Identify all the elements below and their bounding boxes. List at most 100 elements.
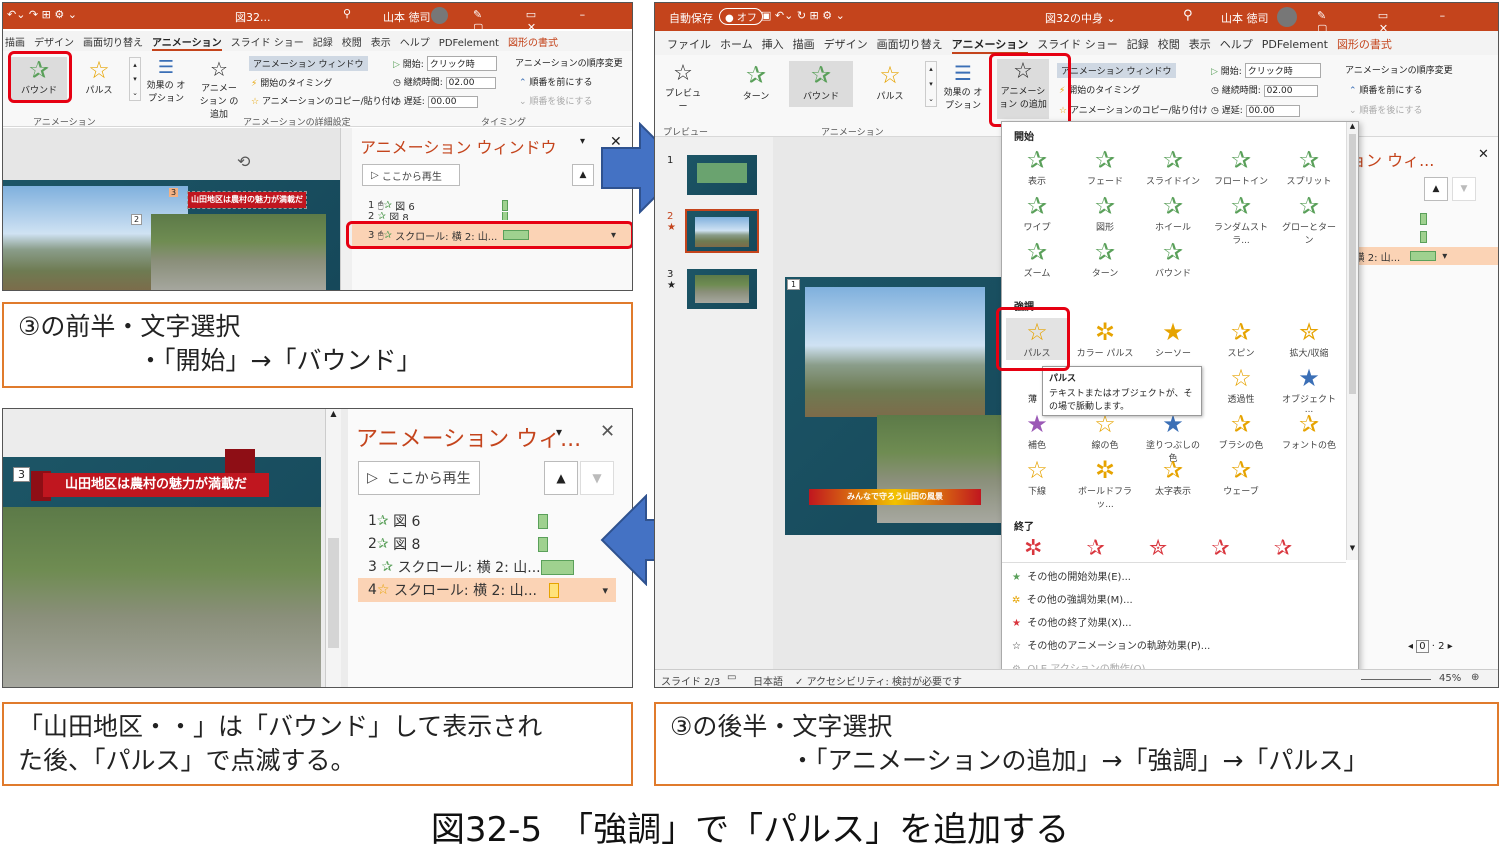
tab-design[interactable]: デザイン <box>824 36 868 52</box>
qat-icons[interactable]: ▣ ↶⌄ ↻ ⊞ ⚙ ⌄ <box>761 9 845 22</box>
move-later-button[interactable]: ⌄ 順番を後にする <box>1349 103 1423 116</box>
effect-options-button[interactable]: ☰ 効果の オプション <box>941 61 985 111</box>
anim-row-3[interactable]: 3 ✰ スクロール: 横 2: 山... <box>368 557 574 577</box>
tab-design[interactable]: デザイン <box>34 34 74 49</box>
anim-row-4[interactable]: 4 ☆ スクロール: 横 2: 山... ▾ <box>358 578 616 602</box>
tab-transitions[interactable]: 画面切り替え <box>877 36 943 52</box>
tab-record[interactable]: 記録 <box>1127 36 1149 52</box>
move-later-button[interactable]: ⌄ 順番を後にする <box>519 94 593 107</box>
move-up-button[interactable]: ▲ <box>572 164 594 186</box>
anim-window-button[interactable]: アニメーション ウィンドウ <box>1057 63 1176 78</box>
tab-shape-format[interactable]: 図形の書式 <box>508 34 558 49</box>
effect-spin[interactable]: ✰ スピン <box>1210 318 1272 359</box>
search-icon[interactable]: ⚲ <box>343 7 351 20</box>
pane-close-icon[interactable]: ✕ <box>1478 147 1489 162</box>
play-from-button[interactable]: ▷ ここから再生 <box>358 461 480 495</box>
exit-effects-row[interactable]: ✲✰✮✰✰ <box>1024 536 1336 561</box>
editor-scrollbar[interactable] <box>340 128 352 290</box>
slide-banner[interactable]: 山田地区は農村の魅力が満載だ <box>43 473 269 497</box>
zoom-level[interactable]: 45% <box>1439 673 1461 684</box>
tab-slideshow[interactable]: スライド ショー <box>231 34 304 49</box>
tab-view[interactable]: 表示 <box>1189 36 1211 52</box>
gallery-scrollbar[interactable]: ▲ ▼ <box>1346 122 1358 560</box>
more-exit-effects[interactable]: ★ その他の終了効果(X)... <box>1012 614 1132 629</box>
tab-animations[interactable]: アニメーション <box>951 36 1029 54</box>
gallery-scroll[interactable]: ▴ ▾ ⌄ <box>129 57 141 101</box>
anim-row-1[interactable]: 1 🖰 ✰ 図 6 <box>368 198 508 213</box>
pane-dropdown-icon[interactable]: ▾ <box>556 425 562 439</box>
effect-shape[interactable]: ✰ 図形 <box>1074 192 1136 233</box>
effect-bold-reveal[interactable]: ✰ 太字表示 <box>1142 456 1204 497</box>
effect-bounce[interactable]: ✰ バウンド <box>1142 238 1204 279</box>
start-select[interactable]: クリック時 <box>1244 63 1321 78</box>
effect-zoom[interactable]: ✰ ズーム <box>1006 238 1068 279</box>
preview-button[interactable]: ☆ プレビュー <box>663 61 703 112</box>
more-emphasis-effects[interactable]: ✲ その他の強調効果(M)... <box>1012 591 1133 606</box>
copy-paste-button[interactable]: ☆ アニメーションのコピー/貼り付け <box>251 94 400 107</box>
thumbnail-2[interactable] <box>685 209 759 253</box>
effect-fade[interactable]: ✰ フェード <box>1074 146 1136 187</box>
editor-scrollbar[interactable]: ▲ <box>325 409 341 687</box>
rotate-handle-icon[interactable]: ⟲ <box>237 152 250 171</box>
pane-dropdown-icon[interactable]: ▾ <box>580 136 585 147</box>
effect-bold-flash[interactable]: ✲ ボールドフラッ... <box>1074 456 1136 510</box>
gallery-scroll[interactable]: ▴ ▾ ⌄ <box>925 61 937 107</box>
copy-paste-button[interactable]: ☆ アニメーションのコピー/貼り付け <box>1059 103 1208 116</box>
effect-complementary[interactable]: ★ 補色 <box>1006 410 1068 451</box>
delay-input[interactable]: 00.00 <box>1245 105 1300 117</box>
effect-appear[interactable]: ✰ 表示 <box>1006 146 1068 187</box>
effect-bounce[interactable]: ✰ バウンド <box>789 61 853 107</box>
tab-help[interactable]: ヘルプ <box>400 34 430 49</box>
undo-icon[interactable]: ↶⌄ ↷ ⊞ ⚙ ⌄ <box>7 8 77 21</box>
more-start-effects[interactable]: ★ その他の開始効果(E)... <box>1012 568 1131 583</box>
duration-input[interactable]: 02.00 <box>1263 85 1318 97</box>
page-nav[interactable]: ◂ 0 · 2 ▸ <box>1408 640 1453 653</box>
effect-object-color[interactable]: ★ オブジェクト ... <box>1278 364 1340 415</box>
effect-brush-color[interactable]: ✰ ブラシの色 <box>1210 410 1272 451</box>
tab-file[interactable]: ファイル <box>667 36 711 52</box>
tab-home[interactable]: ホーム <box>720 36 753 52</box>
effect-wipe[interactable]: ✰ ワイプ <box>1006 192 1068 233</box>
more-motion-paths[interactable]: ☆ その他のアニメーションの軌跡効果(P)... <box>1012 637 1210 652</box>
effect-fly-in[interactable]: ✰ スライドイン <box>1142 146 1204 187</box>
autosave-toggle[interactable]: ● オフ <box>719 8 763 25</box>
effect-random-bars[interactable]: ✰ ランダムストラ... <box>1210 192 1272 246</box>
anim-row-selected[interactable]: : 横 2: 山... ▾ <box>1348 247 1498 265</box>
effect-turn[interactable]: ✰ ターン <box>1074 238 1136 279</box>
move-up-button[interactable]: ▲ <box>544 461 578 495</box>
start-select[interactable]: クリック時 <box>426 56 497 71</box>
effect-font-color[interactable]: ✰ フォントの色 <box>1278 410 1340 451</box>
start-timing-button[interactable]: ⚡ 開始のタイミング <box>251 76 332 89</box>
anim-row-2[interactable]: 2 ✰ 図 8 <box>368 534 548 554</box>
move-down-button[interactable]: ▼ <box>580 461 614 495</box>
anim-window-button[interactable]: アニメーション ウィンドウ <box>249 56 368 71</box>
zoom-slider[interactable] <box>1361 679 1431 680</box>
effect-pulse[interactable]: ☆ パルス <box>73 57 125 101</box>
effect-transparency[interactable]: ☆ 透過性 <box>1210 364 1272 405</box>
move-up-button[interactable]: ▲ <box>1424 177 1448 201</box>
tab-insert[interactable]: 挿入 <box>762 36 784 52</box>
start-timing-button[interactable]: ⚡ 開始のタイミング <box>1059 83 1140 96</box>
tab-animations[interactable]: アニメーション <box>152 34 222 51</box>
tab-review[interactable]: 校閲 <box>342 34 362 49</box>
delay-input[interactable]: 00.00 <box>427 96 478 108</box>
effect-underline[interactable]: ☆ 下線 <box>1006 456 1068 497</box>
add-animation-button[interactable]: ☆ アニメーション の追加 <box>197 57 241 120</box>
avatar[interactable] <box>1277 7 1297 27</box>
effect-grow-turn[interactable]: ✰ グローとターン <box>1278 192 1340 246</box>
tab-shape-format[interactable]: 図形の書式 <box>1337 36 1392 52</box>
move-down-button[interactable]: ▼ <box>1452 177 1476 201</box>
effect-float-in[interactable]: ✰ フロートイン <box>1210 146 1272 187</box>
tab-transitions[interactable]: 画面切り替え <box>83 34 143 49</box>
duration-input[interactable]: 02.00 <box>445 77 496 89</box>
tab-pdfelement[interactable]: PDFelement <box>439 38 499 49</box>
tab-help[interactable]: ヘルプ <box>1220 36 1253 52</box>
effect-wheel[interactable]: ✰ ホイール <box>1142 192 1204 233</box>
scroll-up-icon[interactable]: ▲ <box>326 409 341 418</box>
tab-draw[interactable]: 描画 <box>5 34 25 49</box>
effect-options-button[interactable]: ☰ 効果の オプション <box>145 57 187 104</box>
effect-wave[interactable]: ✰ ウェーブ <box>1210 456 1272 497</box>
search-icon[interactable]: ⚲ <box>1183 8 1193 23</box>
effect-turn[interactable]: ✰ ターン <box>725 61 787 107</box>
effect-color-pulse[interactable]: ✲ カラー パルス <box>1074 318 1136 359</box>
